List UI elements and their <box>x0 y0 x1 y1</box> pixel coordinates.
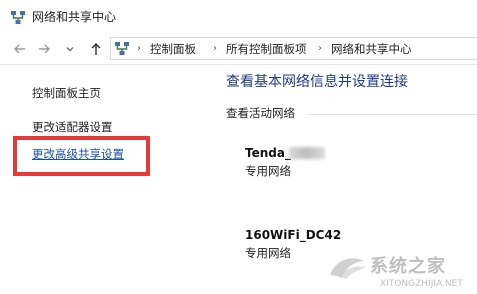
network-type: 专用网络 <box>245 164 291 178</box>
watermark-url: XITONGZHIJIA.NET <box>380 279 463 289</box>
breadcrumb-separator: › <box>318 43 322 54</box>
sidebar-item-control-panel-home[interactable]: 控制面板主页 <box>32 86 101 101</box>
network-name: Tenda_ <box>245 146 291 160</box>
watermark-logo-icon <box>330 258 366 279</box>
back-button[interactable] <box>12 41 28 57</box>
arrow-right-icon <box>39 44 50 54</box>
network-sharing-icon <box>115 42 129 55</box>
network-type: 专用网络 <box>245 246 291 260</box>
chevron-down-icon <box>66 47 74 52</box>
network-sharing-icon <box>11 11 25 24</box>
recent-locations-button[interactable] <box>62 41 78 57</box>
section-label-active-networks: 查看活动网络 <box>226 106 295 120</box>
arrow-up-icon <box>91 43 101 55</box>
sidebar-item-adapter-settings[interactable]: 更改适配器设置 <box>32 120 113 135</box>
section-divider <box>308 114 477 115</box>
redacted-text <box>289 147 325 159</box>
breadcrumb-separator: › <box>137 43 141 54</box>
breadcrumb-control-panel[interactable]: 控制面板 <box>150 42 196 56</box>
forward-button[interactable] <box>36 41 52 57</box>
breadcrumb-all-items[interactable]: 所有控制面板项 <box>226 42 307 56</box>
page-title: 查看基本网络信息并设置连接 <box>226 74 408 90</box>
header-divider <box>0 64 477 65</box>
window-title: 网络和共享中心 <box>32 10 117 24</box>
highlight-box <box>13 136 150 176</box>
up-button[interactable] <box>88 41 104 57</box>
breadcrumb-network-sharing[interactable]: 网络和共享中心 <box>331 42 412 56</box>
network-name: 160WiFi_DC42 <box>245 228 342 242</box>
breadcrumb-separator: › <box>213 43 217 54</box>
watermark-text: 系统之家 <box>370 256 446 277</box>
arrow-left-icon <box>14 44 25 54</box>
